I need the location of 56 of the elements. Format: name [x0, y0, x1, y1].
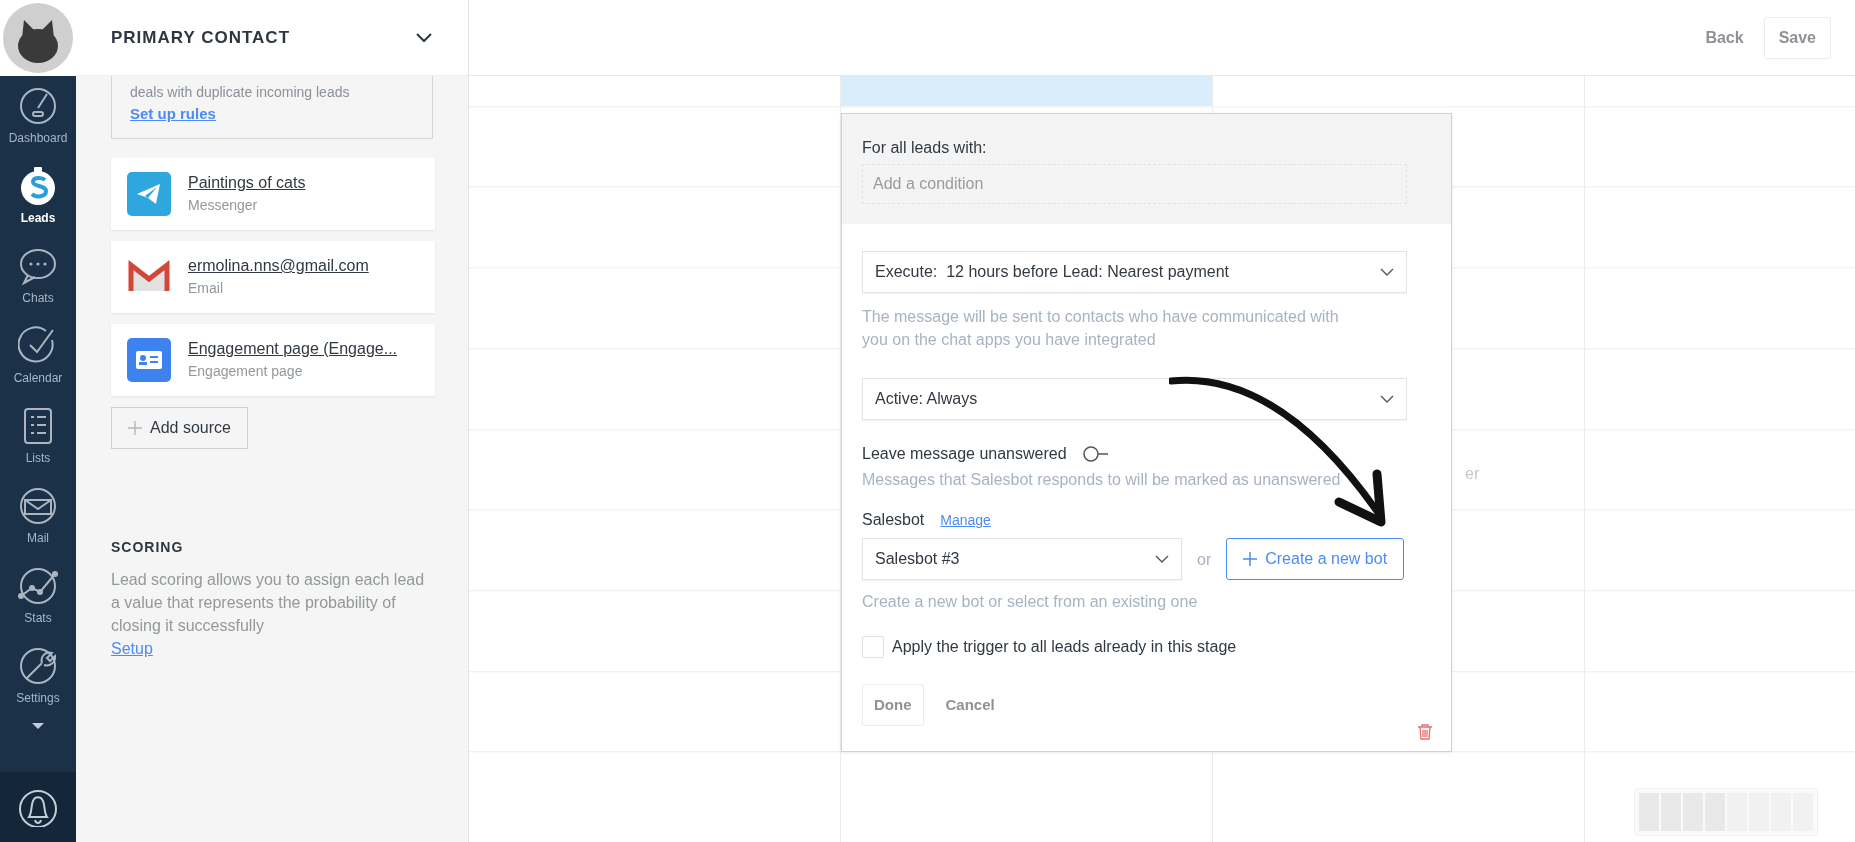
stats-icon [18, 565, 58, 606]
gauge-icon [18, 85, 58, 126]
plus-icon [1243, 552, 1258, 566]
execute-dropdown[interactable]: Execute: 12 hours before Lead: Nearest payment [862, 251, 1407, 293]
chevron-down-icon [1380, 395, 1394, 403]
source-type: Engagement page [188, 362, 304, 381]
sidebar-item[interactable]: Chats [0, 236, 76, 316]
add-source-button[interactable]: Add source [111, 406, 248, 449]
manage-link[interactable]: Manage [940, 509, 991, 531]
source-card[interactable]: ermolina.nns@gmail.com Email [111, 240, 435, 313]
checkbox-label: Apply the trigger to all leads already in this stage [892, 637, 1237, 657]
field-label: Salesbot [862, 510, 925, 530]
toggle-switch[interactable] [1082, 446, 1109, 462]
wrench-icon [18, 645, 58, 686]
paper-plane-icon [127, 171, 171, 216]
sidebar-item[interactable]: Calendar [0, 316, 76, 396]
hint-text: The message will be sent to contacts who have communicated with you on the chat apps you have integrated [862, 307, 1340, 350]
sidebar-item[interactable]: Lists [0, 396, 76, 476]
field-label: For all leads with: [862, 138, 988, 158]
sidebar-item[interactable]: Settings [0, 636, 76, 716]
active-dropdown[interactable]: Active: Always [862, 378, 1407, 420]
plus-icon [128, 420, 142, 435]
scoring-description: Lead scoring allows you to assign each lead a value that represents the probability of closing it successfully [111, 569, 426, 636]
create-bot-button[interactable]: Create a new bot [1226, 538, 1405, 580]
sidebar-item[interactable]: Dashboard [0, 76, 76, 156]
salesbot-dropdown[interactable]: Salesbot #3 [862, 538, 1182, 580]
source-name[interactable]: ermolina.nns@gmail.com [188, 254, 369, 278]
trash-icon[interactable] [1417, 723, 1433, 740]
checkbox[interactable] [862, 636, 884, 658]
chevron-down-icon [1155, 555, 1169, 563]
envelope-icon [18, 485, 58, 526]
chevron-down-icon[interactable] [416, 32, 432, 43]
or-text: or [1197, 549, 1212, 570]
source-name[interactable]: Paintings of cats [188, 171, 306, 195]
source-card[interactable]: Engagement page (Engage... Engagement page [111, 323, 435, 396]
source-card[interactable]: Paintings of cats Messenger [111, 157, 435, 230]
contact-card-icon [127, 337, 171, 382]
bell-icon[interactable] [18, 787, 58, 827]
hint-text: Messages that Salesbot responds to will be marked as unanswered [862, 470, 1342, 490]
section-title: SCORING [111, 537, 185, 557]
chevron-down-icon [1380, 268, 1394, 276]
hint-text: Create a new bot or select from an existing one [862, 592, 1199, 612]
sidebar-item[interactable]: Leads [0, 156, 76, 236]
condition-field[interactable]: Add a condition [862, 164, 1407, 204]
section-title: PRIMARY CONTACT [111, 26, 290, 49]
source-name[interactable]: Engagement page (Engage... [188, 337, 398, 361]
source-type: Email [188, 279, 224, 298]
dollar-icon [18, 165, 58, 206]
sidebar-item[interactable]: Stats [0, 556, 76, 636]
cell-text: er [1465, 464, 1480, 484]
toggle-label: Leave message unanswered [862, 444, 1067, 464]
avatar[interactable] [2, 2, 74, 74]
source-type: Messenger [188, 196, 259, 215]
info-text: deals with duplicate incoming leads [130, 83, 351, 102]
caret-icon[interactable] [32, 723, 44, 730]
sidebar-item[interactable]: Mail [0, 476, 76, 556]
